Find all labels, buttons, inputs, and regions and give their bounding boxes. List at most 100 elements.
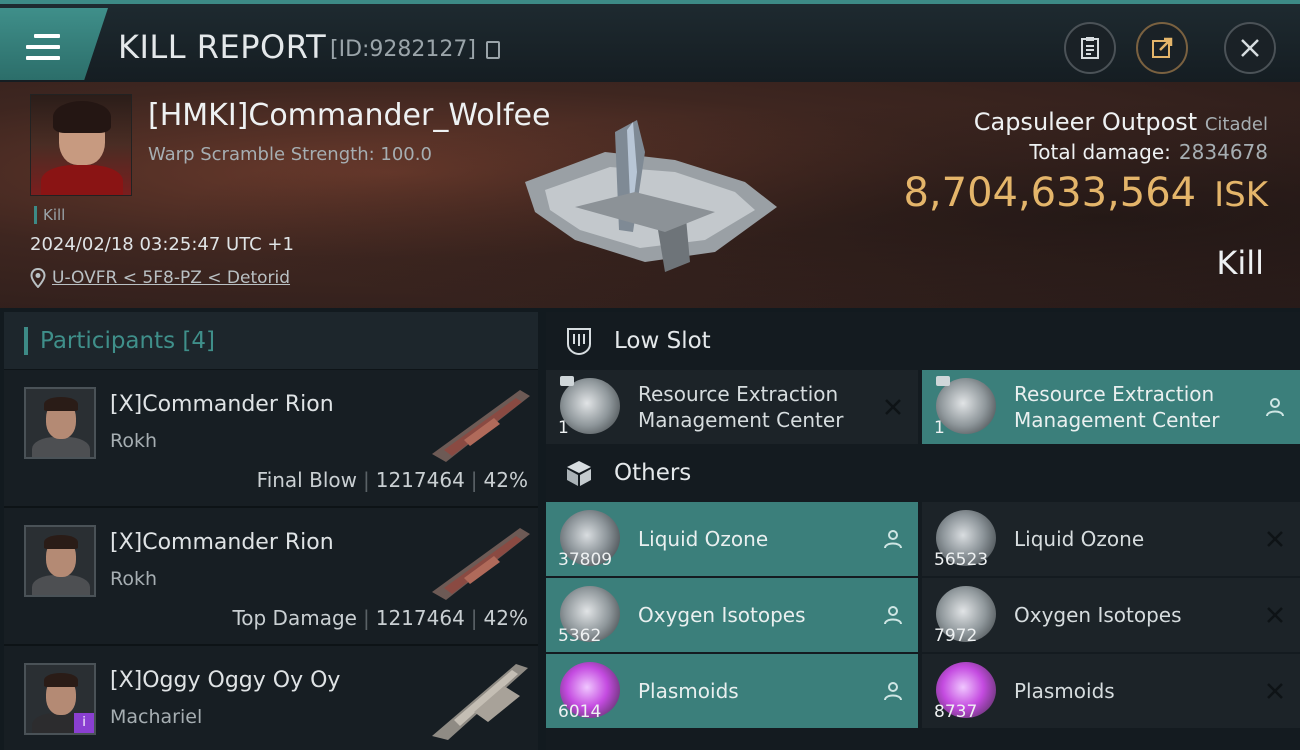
item-thumbnail <box>560 378 620 434</box>
participant-name: [X]Commander Rion <box>110 392 334 417</box>
ship-image <box>432 664 528 740</box>
copy-icon[interactable] <box>486 41 500 59</box>
item-tile[interactable]: 56523 Liquid Ozone <box>922 502 1300 576</box>
victim-portrait[interactable] <box>30 94 132 196</box>
dropped-person-icon <box>884 682 902 701</box>
item-name: Resource Extraction Management Center <box>638 382 844 432</box>
clipboard-icon <box>1081 37 1099 59</box>
item-tile[interactable]: 8737 Plasmoids <box>922 654 1300 728</box>
participant-ship: Machariel <box>110 706 203 728</box>
participants-panel: Participants [4] [X]Commander Rion Rokh … <box>4 312 538 750</box>
share-icon <box>1152 37 1173 58</box>
total-damage-label: Total damage: <box>1029 140 1171 164</box>
participant-row[interactable]: [X]Commander Rion Rokh Top Damage | 121746… <box>4 508 538 646</box>
participant-damage-pct: 42% <box>483 606 528 630</box>
info-badge-icon: i <box>74 713 94 733</box>
item-quantity: 6014 <box>558 702 602 722</box>
participant-role: Top Damage <box>232 606 357 630</box>
ship-image <box>432 528 530 600</box>
others-header: Others <box>546 444 1300 502</box>
item-name: Plasmoids <box>638 679 739 703</box>
kill-tag: Kill <box>34 206 65 224</box>
participants-header[interactable]: Participants [4] <box>4 312 538 370</box>
participant-ship: Rokh <box>110 430 158 452</box>
cube-icon <box>567 461 591 486</box>
dropped-person-icon <box>884 530 902 549</box>
citadel-image <box>525 120 777 272</box>
destroyed-x-icon <box>1267 683 1283 699</box>
low-slot-grid: 1 Resource Extraction Management Center … <box>546 370 1300 444</box>
header-bar: KILL REPORT [ID:9282127] <box>0 0 1300 82</box>
dropped-person-icon <box>884 606 902 625</box>
item-name: Liquid Ozone <box>1014 527 1145 551</box>
others-grid: 37809 Liquid Ozone 56523 Liquid Ozone 53… <box>546 502 1300 728</box>
participant-damage: 1217464 <box>375 606 465 630</box>
participant-damage-pct: 42% <box>483 468 528 492</box>
item-quantity: 1 <box>934 418 945 438</box>
menu-button[interactable] <box>0 8 108 80</box>
total-damage: Total damage: 2834678 <box>1029 140 1268 164</box>
target-name: Capsuleer Outpost Citadel <box>974 108 1268 136</box>
close-icon <box>1241 39 1259 57</box>
participant-stats: Top Damage | 1217464 | 42% <box>232 606 528 630</box>
dropped-person-icon <box>1266 398 1284 417</box>
item-tile[interactable]: 1 Resource Extraction Management Center <box>922 370 1300 444</box>
item-name: Plasmoids <box>1014 679 1115 703</box>
participant-portrait[interactable] <box>24 525 96 597</box>
location-pin-icon <box>30 268 46 288</box>
report-id: [ID:9282127] <box>330 37 476 62</box>
item-quantity: 7972 <box>934 626 978 646</box>
participant-name: [X]Commander Rion <box>110 530 334 555</box>
item-tile[interactable]: 6014 Plasmoids <box>546 654 918 728</box>
victim-name[interactable]: [HMKI]Commander_Wolfee <box>148 98 550 133</box>
page-title: KILL REPORT <box>118 28 327 66</box>
item-quantity: 1 <box>558 418 569 438</box>
item-tile[interactable]: 7972 Oxygen Isotopes <box>922 578 1300 652</box>
low-slot-header: Low Slot <box>546 312 1300 370</box>
isk-amount: 8,704,633,564 <box>903 170 1197 216</box>
close-button[interactable] <box>1224 22 1276 74</box>
ship-image <box>432 390 530 462</box>
item-thumbnail <box>936 378 996 434</box>
item-quantity: 56523 <box>934 550 989 570</box>
participant-role: Final Blow <box>256 468 357 492</box>
warp-scramble-strength: Warp Scramble Strength: 100.0 <box>148 144 432 165</box>
participant-row[interactable]: [X]Commander Rion Rokh Final Blow | 121746… <box>4 370 538 508</box>
item-tile[interactable]: 1 Resource Extraction Management Center <box>546 370 918 444</box>
item-quantity: 8737 <box>934 702 978 722</box>
item-name: Liquid Ozone <box>638 527 769 551</box>
location-link[interactable]: U-OVFR < 5F8-PZ < Detorid <box>52 268 290 288</box>
clipboard-button[interactable] <box>1064 22 1116 74</box>
item-tile[interactable]: 5362 Oxygen Isotopes <box>546 578 918 652</box>
isk-value: 8,704,633,564 ISK <box>903 170 1268 216</box>
others-label: Others <box>614 460 692 486</box>
participant-portrait[interactable]: i <box>24 663 96 735</box>
total-damage-value: 2834678 <box>1178 140 1268 164</box>
participant-damage: 1217464 <box>375 468 465 492</box>
participants-label: Participants [4] <box>40 327 215 354</box>
target-structure-name: Capsuleer Outpost <box>973 108 1198 136</box>
item-name: Resource Extraction Management Center <box>1014 382 1220 432</box>
kill-banner: [HMKI]Commander_Wolfee Warp Scramble Str… <box>0 82 1300 308</box>
share-button[interactable] <box>1136 22 1188 74</box>
participant-name: [X]Oggy Oggy Oy Oy <box>110 668 341 693</box>
module-tag-icon <box>560 376 574 386</box>
item-quantity: 5362 <box>558 626 602 646</box>
item-tile[interactable]: 37809 Liquid Ozone <box>546 502 918 576</box>
menu-icon <box>26 34 60 60</box>
participant-row[interactable]: i [X]Oggy Oggy Oy Oy Machariel <box>4 646 538 750</box>
target-class: Citadel <box>1204 114 1268 135</box>
kill-type: Kill <box>1216 244 1264 282</box>
participant-stats: Final Blow | 1217464 | 42% <box>256 468 528 492</box>
item-quantity: 37809 <box>558 550 613 570</box>
destroyed-x-icon <box>1267 531 1283 547</box>
participant-portrait[interactable] <box>24 387 96 459</box>
item-name: Oxygen Isotopes <box>638 603 806 627</box>
module-tag-icon <box>936 376 950 386</box>
low-slot-label: Low Slot <box>614 328 711 354</box>
items-panel: Low Slot 1 Resource Extraction Managemen… <box>546 312 1300 750</box>
item-name: Oxygen Isotopes <box>1014 603 1182 627</box>
low-slot-icon <box>567 328 591 356</box>
participant-ship: Rokh <box>110 568 158 590</box>
kill-time: 2024/02/18 03:25:47 UTC +1 <box>30 234 294 255</box>
